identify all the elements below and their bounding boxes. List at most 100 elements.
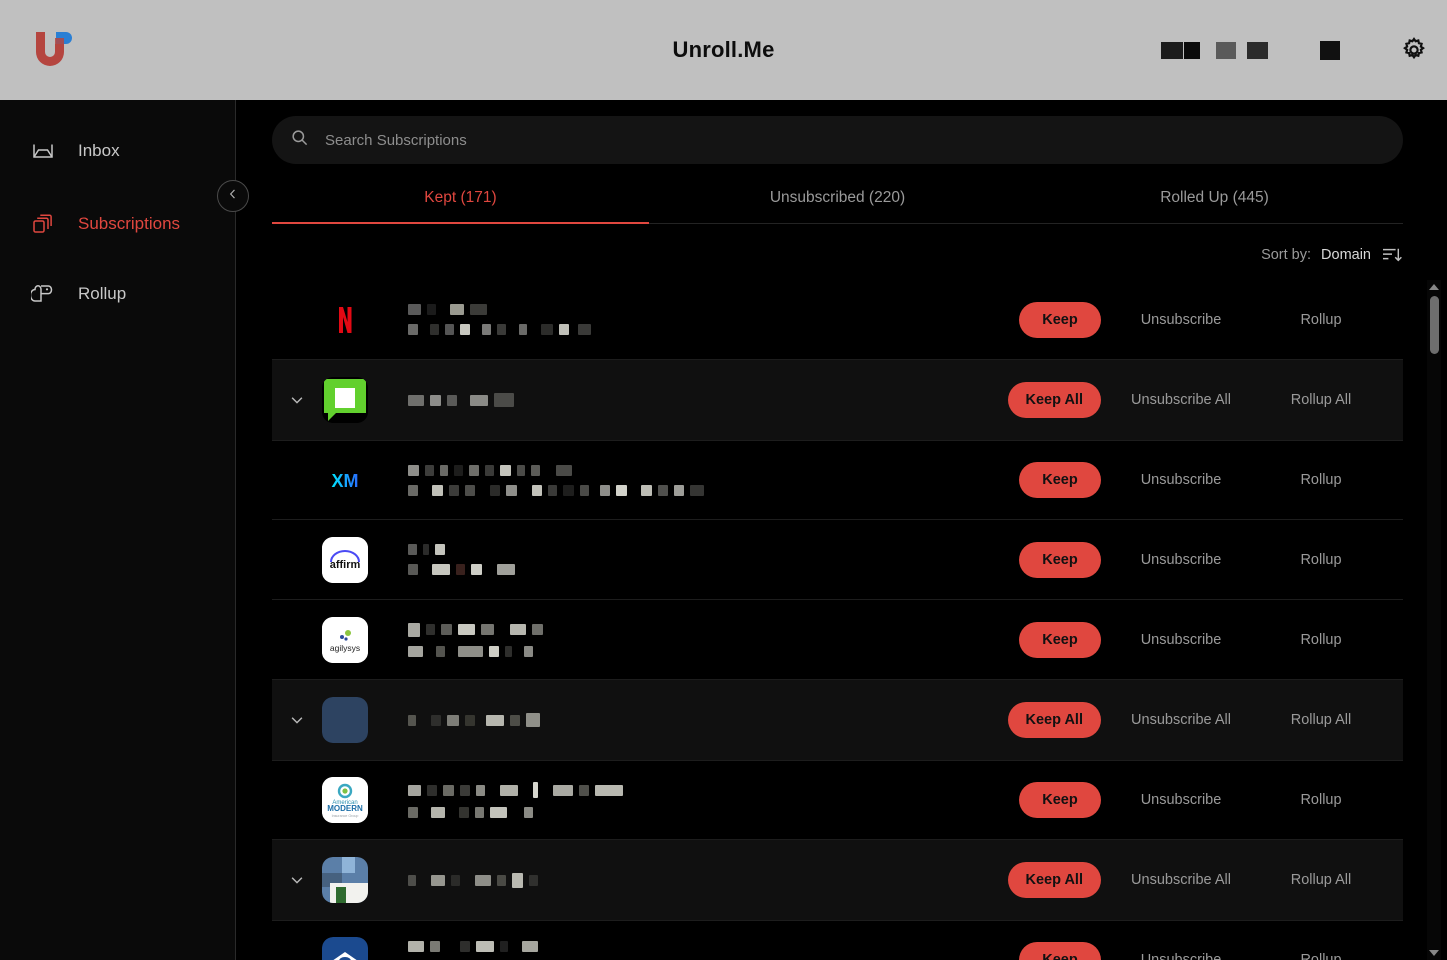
- table-row[interactable]: Keep Unsubscribe Rollup: [272, 280, 1403, 360]
- list-scrollbar[interactable]: [1427, 280, 1441, 960]
- tab-unsubscribed[interactable]: Unsubscribed (220): [649, 176, 1026, 223]
- main-content: Kept (171) Unsubscribed (220) Rolled Up …: [236, 100, 1447, 960]
- row-meta: [408, 544, 1019, 575]
- subscription-list: Keep Unsubscribe Rollup Keep All Unsubsc…: [272, 280, 1403, 960]
- keep-button[interactable]: Keep: [1019, 462, 1101, 498]
- row-actions: Keep Unsubscribe Rollup: [1019, 782, 1381, 818]
- unsubscribe-button[interactable]: Unsubscribe: [1101, 552, 1261, 568]
- row-meta: Apex Minecraft Hosting: [408, 941, 1019, 960]
- row-meta: [408, 713, 1008, 727]
- table-row[interactable]: affirm Keep Unsubscribe Rollup: [272, 520, 1403, 600]
- row-actions: Keep Unsubscribe Rollup: [1019, 942, 1381, 960]
- sort-label: Sort by:: [1261, 247, 1312, 263]
- rollup-button[interactable]: Rollup: [1261, 632, 1381, 648]
- unsubscribe-button[interactable]: Unsubscribe: [1101, 632, 1261, 648]
- table-row[interactable]: American MODERN Insurance Group Keep Uns…: [272, 760, 1403, 840]
- svg-text:affirm: affirm: [330, 559, 361, 571]
- triangle-down-icon: [1429, 950, 1439, 956]
- gear-icon[interactable]: [1399, 35, 1429, 65]
- keep-button[interactable]: Keep: [1019, 541, 1101, 578]
- rollup-all-button[interactable]: Rollup All: [1261, 392, 1381, 408]
- rollup-all-button[interactable]: Rollup All: [1261, 872, 1381, 888]
- table-row[interactable]: Apex Minecraft Hosting Keep Unsubscribe …: [272, 920, 1403, 960]
- search-bar[interactable]: [272, 116, 1403, 164]
- sort-control: Sort by: Domain: [1261, 246, 1403, 264]
- row-title-redacted: [408, 622, 1019, 637]
- table-row[interactable]: Keep All Unsubscribe All Rollup All: [272, 680, 1403, 760]
- sidebar-collapse-button[interactable]: [217, 180, 249, 212]
- search-icon: [290, 128, 309, 152]
- row-meta: [408, 622, 1019, 657]
- sidebar: Inbox Subscriptions Rollup: [0, 100, 236, 960]
- row-title-redacted: [408, 544, 1019, 555]
- scroll-up-button[interactable]: [1427, 280, 1441, 294]
- keep-button[interactable]: Keep: [1019, 301, 1101, 338]
- keep-all-button[interactable]: Keep All: [1007, 702, 1101, 738]
- unsubscribe-all-button[interactable]: Unsubscribe All: [1101, 712, 1261, 728]
- rollup-button[interactable]: Rollup: [1261, 792, 1381, 808]
- sidebar-item-subscriptions[interactable]: Subscriptions: [0, 202, 235, 246]
- expand-chevron-down-icon[interactable]: [272, 391, 322, 409]
- titlebar-right-controls: [1161, 0, 1429, 100]
- scroll-down-button[interactable]: [1427, 946, 1441, 960]
- tab-rolled-up[interactable]: Rolled Up (445): [1026, 176, 1403, 223]
- sort-value[interactable]: Domain: [1321, 247, 1371, 263]
- svg-text:Insurance Group: Insurance Group: [332, 814, 359, 818]
- unsubscribe-button[interactable]: Unsubscribe: [1101, 792, 1261, 808]
- row-subtitle-redacted: [408, 564, 1019, 575]
- sidebar-item-label-subscriptions: Subscriptions: [78, 214, 181, 233]
- rollup-button[interactable]: Rollup: [1261, 552, 1381, 568]
- row-actions: Keep All Unsubscribe All Rollup All: [1007, 862, 1381, 898]
- unsubscribe-all-button[interactable]: Unsubscribe All: [1101, 872, 1261, 888]
- row-title-redacted: [408, 782, 1019, 798]
- unsubscribe-button[interactable]: Unsubscribe: [1101, 472, 1261, 488]
- green-message-logo: [322, 377, 368, 423]
- unsubscribe-button[interactable]: Unsubscribe: [1101, 312, 1261, 328]
- triangle-up-icon: [1429, 284, 1439, 290]
- expand-chevron-down-icon[interactable]: [272, 711, 322, 729]
- sidebar-item-label-inbox: Inbox: [78, 141, 120, 160]
- light-blue-logo: [322, 857, 368, 903]
- unsubscribe-all-button[interactable]: Unsubscribe All: [1101, 392, 1261, 408]
- table-row[interactable]: XM Keep Unsubscribe Rollup: [272, 440, 1403, 520]
- unsubscribe-button[interactable]: Unsubscribe: [1101, 952, 1261, 960]
- sidebar-item-inbox[interactable]: Inbox: [0, 129, 235, 173]
- sidebar-item-label-rollup: Rollup: [78, 284, 127, 303]
- row-actions: Keep Unsubscribe Rollup: [1019, 541, 1381, 578]
- tab-kept[interactable]: Kept (171): [272, 176, 649, 224]
- row-title-redacted: [408, 713, 1008, 727]
- redacted-block-1: [1161, 41, 1183, 59]
- rollup-all-button[interactable]: Rollup All: [1261, 712, 1381, 728]
- rollup-button[interactable]: Rollup: [1261, 312, 1381, 328]
- keep-all-button[interactable]: Keep All: [1007, 862, 1101, 898]
- keep-all-button[interactable]: Keep All: [1007, 382, 1101, 418]
- keep-button[interactable]: Keep: [1019, 782, 1101, 818]
- table-row[interactable]: Keep All Unsubscribe All Rollup All: [272, 360, 1403, 440]
- row-meta: [408, 464, 1019, 496]
- scroll-icon: [30, 281, 56, 307]
- sort-descending-icon[interactable]: [1381, 246, 1403, 264]
- keep-button[interactable]: Keep: [1019, 942, 1101, 960]
- sidebar-item-rollup[interactable]: Rollup: [0, 272, 235, 316]
- keep-button[interactable]: Keep: [1019, 621, 1101, 658]
- rollup-button[interactable]: Rollup: [1261, 952, 1381, 960]
- row-title-redacted: [408, 941, 1019, 952]
- agilysys-logo: agilysys: [322, 616, 368, 663]
- svg-text:XM: XM: [332, 471, 359, 491]
- table-row[interactable]: agilysys Keep Unsubscribe Rollup: [272, 600, 1403, 680]
- search-input[interactable]: [325, 131, 1285, 149]
- row-title-redacted: [408, 872, 1008, 888]
- row-meta: [408, 393, 1008, 407]
- rollup-button[interactable]: Rollup: [1261, 472, 1381, 488]
- table-row[interactable]: Keep All Unsubscribe All Rollup All: [272, 840, 1403, 920]
- stacked-cards-icon: [30, 211, 56, 237]
- row-meta: [408, 304, 1019, 335]
- row-subtitle-redacted: [408, 324, 1019, 335]
- scrollbar-thumb[interactable]: [1429, 296, 1439, 354]
- redacted-block-5: [1320, 40, 1340, 60]
- expand-chevron-down-icon[interactable]: [272, 871, 322, 889]
- row-meta: [408, 872, 1008, 888]
- row-subtitle-redacted: [408, 645, 1019, 657]
- row-actions: Keep Unsubscribe Rollup: [1019, 462, 1381, 498]
- row-subtitle-redacted: [408, 484, 1019, 496]
